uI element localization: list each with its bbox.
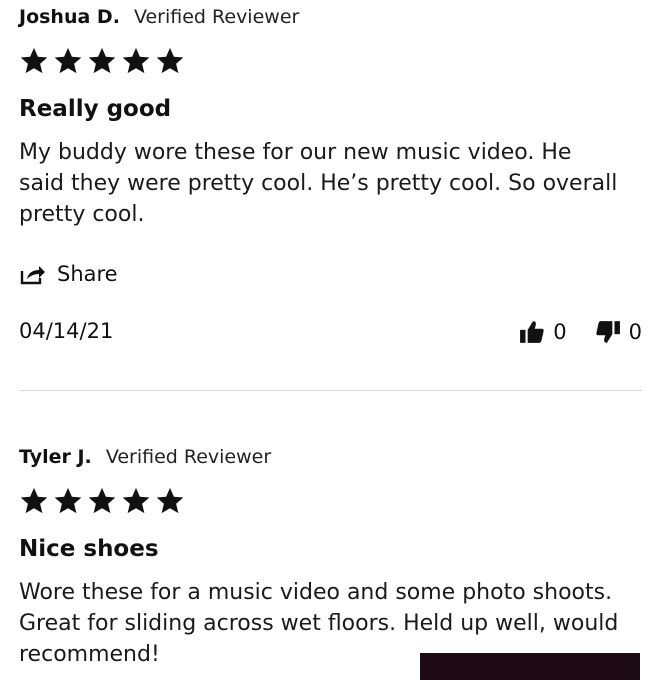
helpful-votes: 0 0 [519, 319, 642, 345]
star-rating [19, 486, 185, 516]
star-rating [19, 46, 185, 76]
share-label: Share [57, 262, 118, 286]
star-icon [156, 487, 184, 514]
review-header: Tyler J. Verified Reviewer [19, 446, 271, 468]
verified-badge: Verified Reviewer [105, 446, 272, 468]
verified-badge: Verified Reviewer [133, 6, 300, 28]
star-icon [20, 47, 48, 74]
review-body: My buddy wore these for our new music vi… [19, 140, 618, 227]
reviewer-name: Joshua D. [19, 6, 120, 28]
review-title: Really good [19, 96, 172, 122]
star-icon [54, 487, 82, 514]
thumbs-up-button[interactable]: 0 [519, 319, 567, 345]
share-icon [20, 266, 45, 285]
review-date: 04/14/21 [19, 319, 114, 343]
thumbs-down-button[interactable]: 0 [595, 319, 642, 345]
star-icon [54, 47, 82, 74]
star-icon [122, 47, 150, 74]
review-card: Joshua D. Verified Reviewer Really good … [19, 0, 642, 392]
star-icon [88, 487, 116, 514]
star-icon [156, 47, 184, 74]
star-icon [122, 487, 150, 514]
review-card: Tyler J. Verified Reviewer Nice shoes Wo… [19, 440, 642, 680]
thumbs-down-icon [595, 321, 620, 343]
thumbs-up-count: 0 [553, 320, 567, 344]
share-button[interactable]: Share [19, 262, 118, 286]
thumbs-down-count: 0 [628, 320, 642, 344]
star-icon [20, 487, 48, 514]
review-header: Joshua D. Verified Reviewer [19, 6, 299, 28]
review-divider [19, 390, 642, 391]
review-title: Nice shoes [19, 536, 159, 562]
floating-panel[interactable] [420, 653, 640, 680]
reviewer-name: Tyler J. [19, 446, 92, 468]
star-icon [88, 47, 116, 74]
thumbs-up-icon [520, 321, 544, 343]
